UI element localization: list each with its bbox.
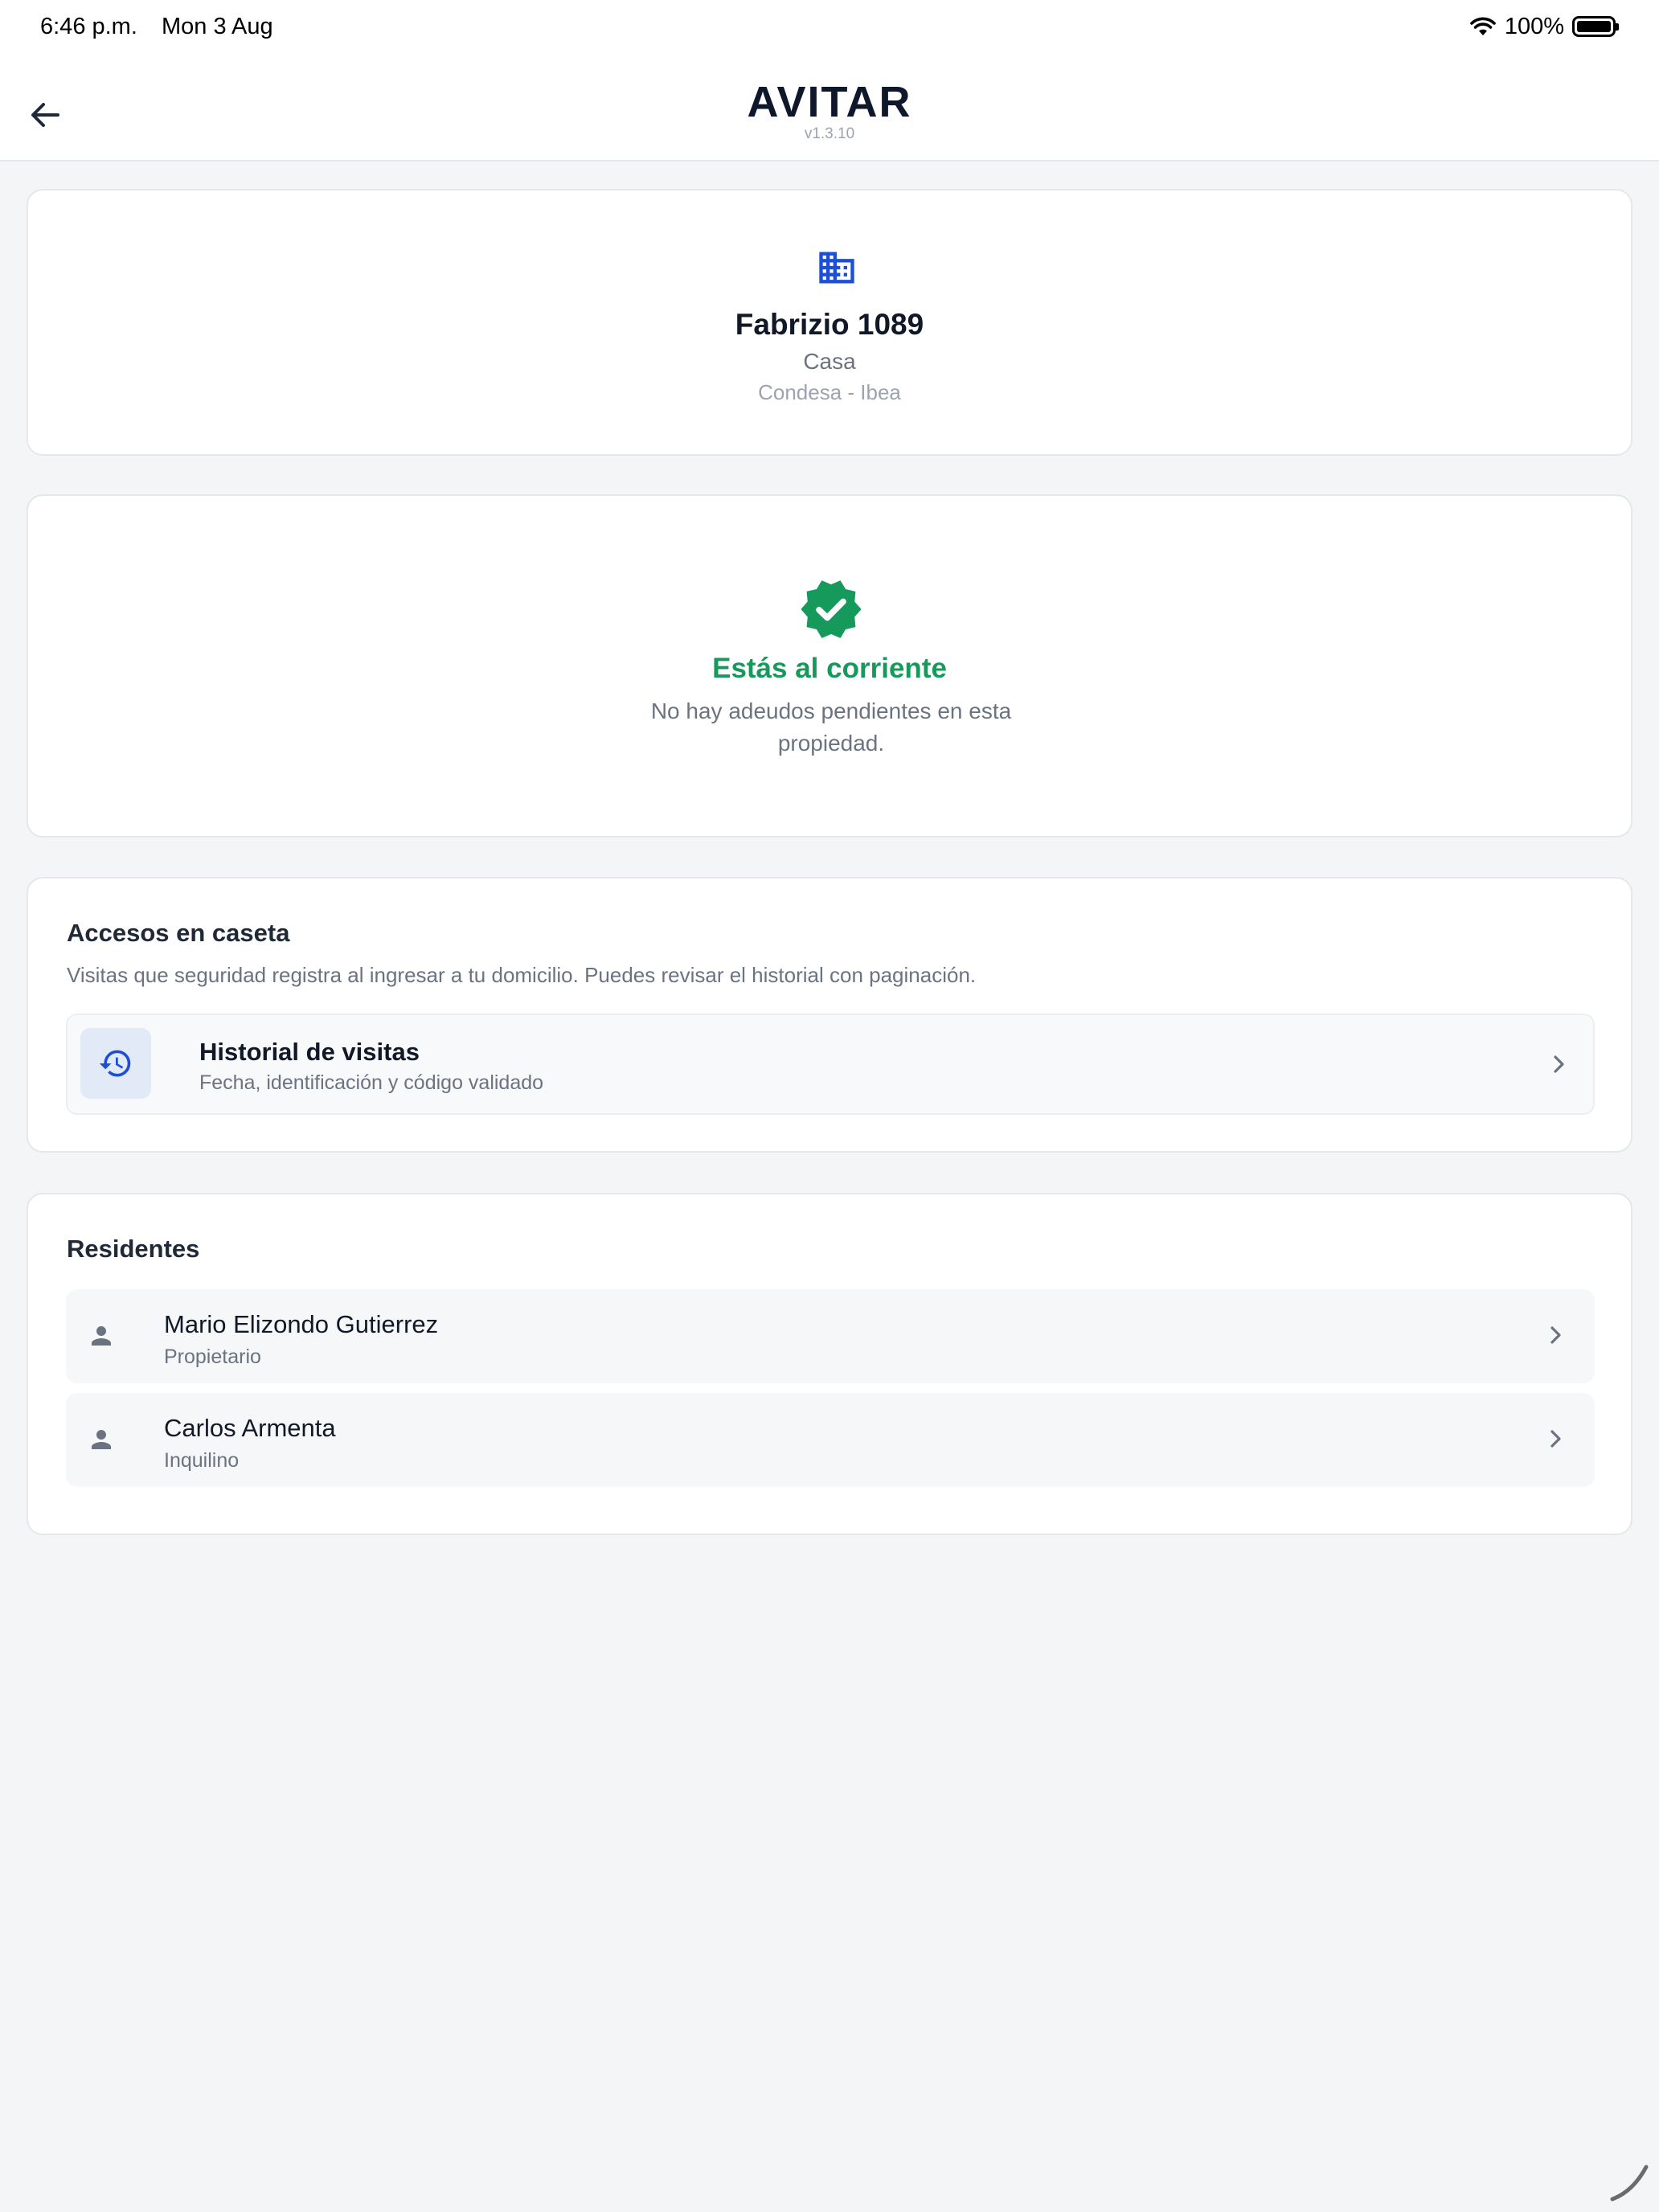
property-type: Casa [803,349,856,374]
payment-status-title: Estás al corriente [712,653,947,684]
app-header: AVITAR v1.3.10 [0,53,1659,162]
app-version: v1.3.10 [804,125,855,142]
resident-role: Propietario [164,1346,261,1368]
history-icon-box [80,1028,151,1099]
access-description: Visitas que seguridad registra al ingres… [67,963,977,987]
chevron-right-icon [1554,1055,1564,1073]
payment-status-description: No hay adeudos pendientes en esta propie… [650,698,1012,756]
battery-percent: 100% [1504,13,1564,39]
property-location: Condesa - Ibea [758,380,901,404]
status-left: 6:46 p.m. Mon 3 Aug [40,14,291,40]
visit-history-subtitle: Fecha, identificación y código validado [199,1071,544,1094]
logo-text: AVITAR [747,78,912,126]
residents-title: Residentes [67,1235,200,1263]
battery-icon [1572,16,1619,37]
visit-history-button[interactable]: Historial de visitas Fecha, identificaci… [66,1014,1595,1115]
visit-history-title: Historial de visitas [199,1038,420,1066]
property-card: Fabrizio 1089 Casa Condesa - Ibea [27,189,1632,456]
access-title: Accesos en caseta [67,919,290,947]
resident-row[interactable]: Carlos Armenta Inquilino [66,1393,1595,1487]
person-icon [92,1430,111,1449]
chevron-right-icon [1550,1430,1561,1448]
resident-name: Mario Elizondo Gutierrez [164,1310,439,1338]
status-date: Mon 3 Aug [161,13,273,39]
scribble-indicator-icon [1610,2165,1649,2202]
building-icon [819,252,854,284]
payment-status-card: Estás al corriente No hay adeudos pendie… [27,494,1632,838]
chevron-right-icon [1550,1326,1561,1344]
verified-badge-icon [801,580,862,638]
status-right: 100% [1469,13,1619,40]
resident-name: Carlos Armenta [164,1414,336,1442]
property-name: Fabrizio 1089 [735,308,924,341]
history-icon [99,1050,131,1077]
person-icon [92,1326,111,1346]
resident-role: Inquilino [164,1449,240,1472]
status-time: 6:46 p.m. [40,13,137,39]
residents-card: Residentes Mario Elizondo Gutierrez Prop… [27,1193,1632,1535]
app-logo: AVITAR v1.3.10 [0,80,1659,143]
access-card: Accesos en caseta Visitas que seguridad … [27,877,1632,1153]
wifi-icon [1470,17,1496,35]
resident-row[interactable]: Mario Elizondo Gutierrez Propietario [66,1289,1595,1383]
status-bar: 6:46 p.m. Mon 3 Aug 100% [0,0,1659,53]
